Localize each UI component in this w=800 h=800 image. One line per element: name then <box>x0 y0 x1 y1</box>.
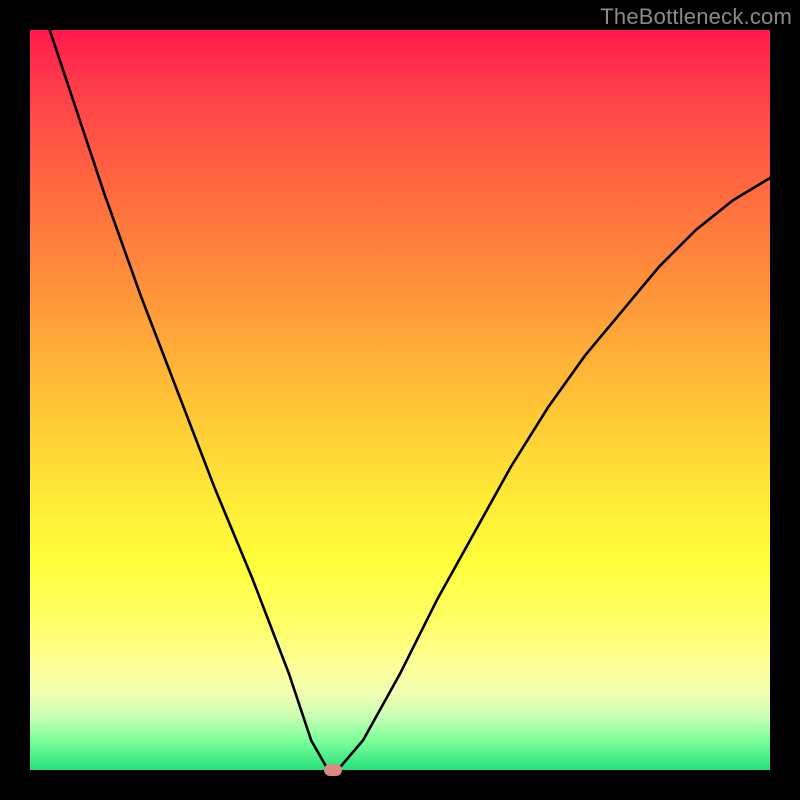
minimum-marker <box>324 764 342 776</box>
plot-area <box>30 30 770 770</box>
watermark-text: TheBottleneck.com <box>600 4 792 30</box>
chart-frame: TheBottleneck.com <box>0 0 800 800</box>
bottleneck-curve <box>30 30 770 770</box>
